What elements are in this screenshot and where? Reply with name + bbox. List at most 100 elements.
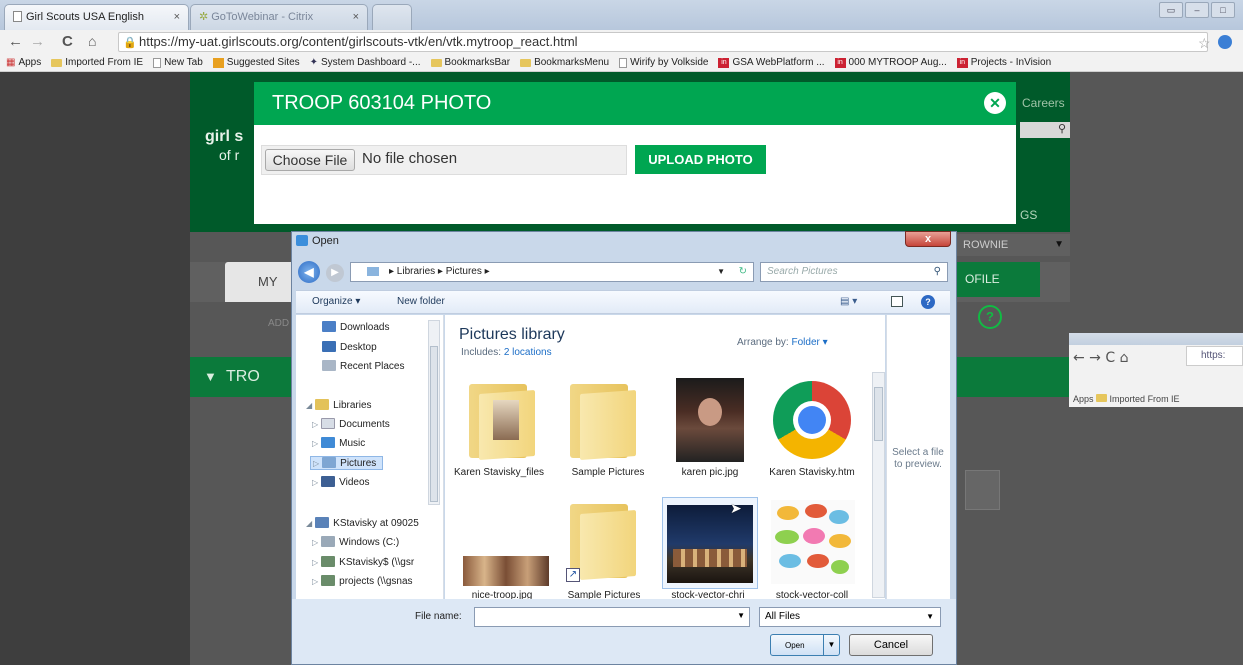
nav-item-windows-c[interactable]: ▷ Windows (C:)	[312, 536, 399, 548]
file-item-karen-pic[interactable]: karen pic.jpg	[664, 467, 756, 479]
expanded-arrow-icon[interactable]: ◢	[306, 519, 312, 528]
open-dropdown-icon[interactable]: ▼	[823, 635, 839, 655]
dialog-close-button[interactable]: x	[905, 231, 951, 247]
bookmark-system-dashboard[interactable]: ✦ System Dashboard -...	[310, 57, 421, 68]
file-item-stock-chri[interactable]: stock-vector-chri	[662, 590, 754, 599]
gs-link[interactable]: GS	[1020, 208, 1037, 222]
forward-arrow-icon[interactable]: →	[30, 33, 45, 50]
collapsed-arrow-icon[interactable]: ▷	[313, 459, 319, 468]
bookmark-bookmarksbar[interactable]: BookmarksBar	[430, 57, 510, 68]
file-item-sample-pictures[interactable]: Sample Pictures	[562, 467, 654, 479]
modal-close-icon[interactable]: ✕	[984, 92, 1006, 114]
restore-window-icon[interactable]: ▭	[1159, 2, 1183, 18]
nav-item-kstavisky-share[interactable]: ▷ KStavisky$ (\\gsr	[312, 556, 414, 568]
chrome-icon[interactable]	[773, 381, 851, 459]
new-tab-button[interactable]	[372, 4, 412, 30]
collapsed-arrow-icon[interactable]: ▷	[312, 577, 318, 586]
collapsed-arrow-icon[interactable]: ▷	[312, 420, 318, 429]
bookmark-new-tab[interactable]: New Tab	[153, 57, 203, 68]
file-name-input[interactable]: ▼	[474, 607, 750, 627]
close-tab-icon[interactable]: ×	[174, 5, 180, 29]
dropdown-arrow-icon[interactable]: ▼	[737, 611, 745, 620]
nav-item-pictures[interactable]: ▷ Pictures	[310, 456, 384, 470]
forward-icon[interactable]: ▶	[326, 264, 344, 282]
bookmark-gsa[interactable]: in GSA WebPlatform ...	[718, 57, 825, 68]
collapsed-arrow-icon[interactable]: ▷	[312, 478, 318, 487]
star-icon[interactable]: ☆	[1198, 35, 1211, 52]
upload-photo-button[interactable]: UPLOAD PHOTO	[635, 145, 766, 174]
scrollbar-thumb[interactable]	[430, 346, 438, 502]
organize-button[interactable]: Organize ▾	[312, 291, 360, 313]
bookmark-projects[interactable]: in Projects - InVision	[956, 57, 1051, 68]
bookmark-apps[interactable]: ▦ Apps	[6, 57, 41, 68]
arrange-by-dropdown[interactable]: Folder ▾	[791, 337, 827, 348]
open-button[interactable]: Open ▼	[770, 634, 840, 656]
site-search[interactable]: ⚲	[1020, 122, 1070, 138]
bookmark-bookmarksmenu[interactable]: BookmarksMenu	[520, 57, 609, 68]
reload-icon[interactable]: C	[62, 33, 73, 50]
careers-link[interactable]: Careers	[1022, 96, 1065, 110]
troop-photo-thumbnail[interactable]	[463, 556, 549, 586]
troop-select[interactable]: ROWNIE ▼	[955, 234, 1070, 256]
file-type-select[interactable]: All Files ▼	[759, 607, 941, 627]
extension-icon[interactable]	[1218, 35, 1232, 49]
cancel-button[interactable]: Cancel	[849, 634, 933, 656]
search-pictures-input[interactable]: Search Pictures ⚲	[760, 262, 948, 282]
maximize-icon[interactable]: □	[1211, 2, 1235, 18]
views-icon[interactable]: ▤ ▾	[840, 291, 857, 313]
arrange-by: Arrange by: Folder ▾	[737, 337, 828, 348]
locations-link[interactable]: 2 locations	[504, 347, 552, 358]
back-arrow-icon[interactable]: ←	[8, 33, 23, 50]
tab-gotowebinar[interactable]: ✲ GoToWebinar - Citrix ×	[190, 4, 368, 30]
refresh-icon[interactable]: ↻	[739, 263, 747, 281]
back-icon[interactable]: ◀	[298, 261, 320, 283]
nav-item-libraries[interactable]: ◢ Libraries	[306, 399, 372, 411]
file-item-sample-pictures-shortcut[interactable]: Sample Pictures	[558, 590, 650, 599]
file-item-stock-coll[interactable]: stock-vector-coll	[766, 590, 858, 599]
choose-file-button[interactable]: Choose File	[265, 149, 355, 171]
bookmark-mytroop[interactable]: in 000 MYTROOP Aug...	[834, 57, 947, 68]
dialog-address-bar[interactable]: ▸ Libraries ▸ Pictures ▸ ▼ ↻	[350, 262, 754, 282]
folder-icon[interactable]	[465, 378, 535, 460]
folder-shortcut-icon[interactable]: ↗	[566, 498, 636, 582]
nav-item-videos[interactable]: ▷ Videos	[312, 476, 370, 488]
expanded-arrow-icon[interactable]: ◢	[306, 401, 312, 410]
nav-item-projects-share[interactable]: ▷ projects (\\gsnas	[312, 575, 413, 587]
preview-pane-icon[interactable]	[891, 296, 903, 307]
nav-item-computer[interactable]: ◢ KStavisky at 09025	[306, 517, 419, 529]
tab-profile[interactable]: OFILE	[955, 262, 1040, 297]
nav-item-desktop[interactable]: Desktop	[322, 341, 377, 353]
nav-item-downloads[interactable]: Downloads	[322, 321, 389, 333]
nav-scrollbar[interactable]	[428, 320, 440, 505]
help-icon[interactable]: ?	[921, 295, 935, 309]
nav-item-recent-places[interactable]: Recent Places	[322, 360, 404, 372]
collapsed-arrow-icon[interactable]: ▷	[312, 558, 318, 567]
invision-icon: in	[834, 57, 846, 68]
nav-item-documents[interactable]: ▷ Documents	[312, 418, 390, 430]
folder-icon[interactable]	[566, 378, 636, 460]
bookmark-suggested[interactable]: Suggested Sites	[212, 57, 300, 68]
folder-icon	[520, 58, 532, 67]
close-tab-icon[interactable]: ×	[353, 5, 359, 29]
file-item-karen-htm[interactable]: Karen Stavisky.htm	[766, 467, 858, 479]
new-folder-button[interactable]: New folder	[397, 291, 445, 313]
tab-girl-scouts[interactable]: Girl Scouts USA English ×	[4, 4, 189, 30]
nav-item-music[interactable]: ▷ Music	[312, 437, 365, 449]
minimize-icon[interactable]: –	[1185, 2, 1209, 18]
tab-my[interactable]: MY	[225, 262, 295, 302]
dropdown-arrow-icon[interactable]: ▼	[717, 263, 725, 281]
file-item-karen-files[interactable]: Karen Stavisky_files	[453, 467, 545, 479]
comic-vector-thumbnail[interactable]	[771, 500, 855, 584]
add-link[interactable]: ADD	[268, 318, 289, 329]
karen-photo-thumbnail[interactable]	[676, 378, 744, 462]
scrollbar-thumb[interactable]	[874, 387, 883, 441]
file-item-nice-troop[interactable]: nice-troop.jpg	[456, 590, 548, 599]
address-bar[interactable]: 🔒 https://my-uat.girlscouts.org/content/g…	[118, 32, 1208, 52]
bookmark-wirify[interactable]: Wirify by Volkside	[619, 57, 708, 68]
file-list-scrollbar[interactable]	[872, 372, 885, 598]
help-icon[interactable]: ?	[978, 305, 1002, 329]
bookmark-imported[interactable]: Imported From IE	[51, 57, 143, 68]
home-icon[interactable]: ⌂	[88, 33, 96, 49]
collapsed-arrow-icon[interactable]: ▷	[312, 538, 318, 547]
collapsed-arrow-icon[interactable]: ▷	[312, 439, 318, 448]
